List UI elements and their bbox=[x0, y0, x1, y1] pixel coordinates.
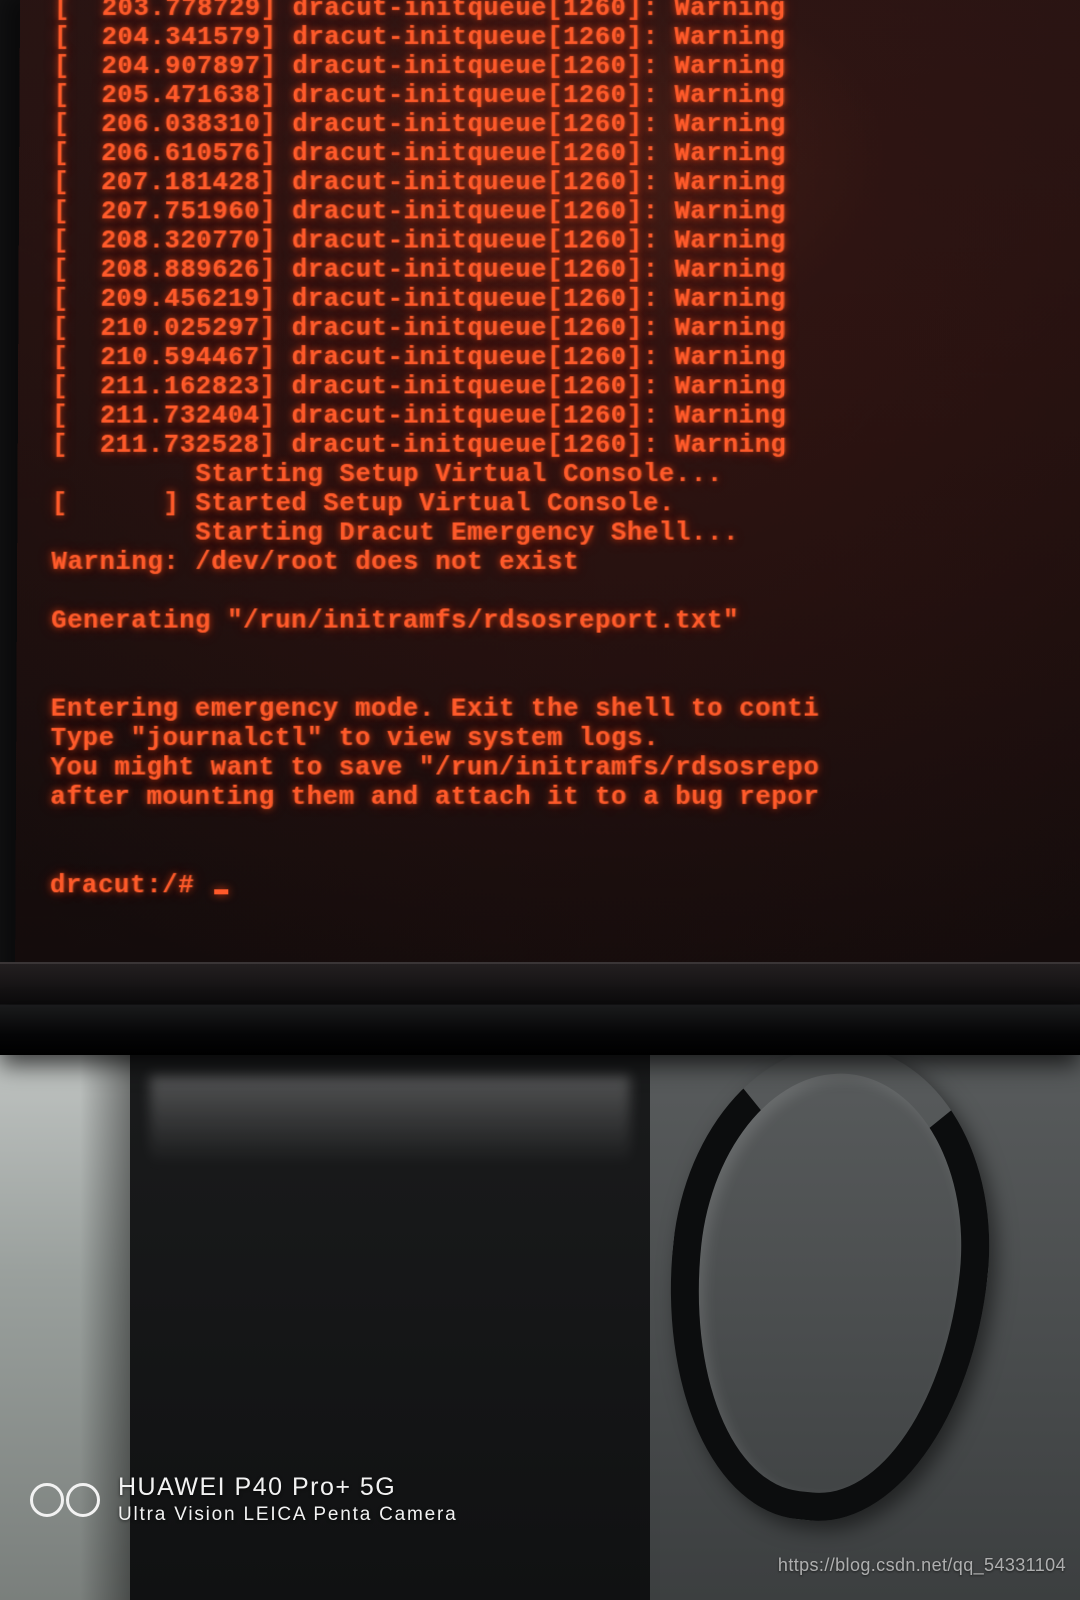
boot-log-line: [ 210.594467] dracut-initqueue[1260]: Wa… bbox=[52, 343, 1080, 372]
boot-log-line bbox=[50, 842, 1080, 871]
boot-log-line: Starting Setup Virtual Console... bbox=[52, 460, 1080, 489]
boot-log-line: [ 203.778729] dracut-initqueue[1260]: Wa… bbox=[54, 0, 1080, 23]
boot-log-line: [ ] Started Setup Virtual Console. bbox=[52, 489, 1080, 518]
boot-log-line bbox=[51, 577, 1080, 606]
boot-log-line bbox=[51, 636, 1080, 665]
boot-log-line: [ 211.732528] dracut-initqueue[1260]: Wa… bbox=[52, 431, 1080, 460]
monitor-bezel: [ 203.778729] dracut-initqueue[1260]: Wa… bbox=[0, 0, 1080, 1005]
rack-highlight bbox=[150, 1075, 630, 1165]
boot-log-line: [ 207.181428] dracut-initqueue[1260]: Wa… bbox=[53, 168, 1080, 197]
terminal-output: [ 203.778729] dracut-initqueue[1260]: Wa… bbox=[50, 0, 1080, 900]
boot-log-line: Starting Dracut Emergency Shell... bbox=[51, 518, 1080, 547]
boot-log-line: [ 208.889626] dracut-initqueue[1260]: Wa… bbox=[53, 256, 1080, 285]
boot-log-line: Generating "/run/initramfs/rdsosreport.t… bbox=[51, 606, 1080, 635]
boot-log-line: Type "journalctl" to view system logs. bbox=[50, 724, 1080, 753]
display-cable bbox=[646, 1030, 1010, 1536]
boot-log-line: [ 204.341579] dracut-initqueue[1260]: Wa… bbox=[54, 23, 1080, 52]
cable-area bbox=[650, 1055, 1080, 1600]
boot-log-line: [ 207.751960] dracut-initqueue[1260]: Wa… bbox=[53, 197, 1080, 226]
boot-log-line: You might want to save "/run/initramfs/r… bbox=[50, 753, 1080, 782]
camera-watermark: HUAWEI P40 Pro+ 5G Ultra Vision LEICA Pe… bbox=[30, 1473, 458, 1526]
boot-log-line bbox=[51, 665, 1080, 694]
boot-log-line: [ 208.320770] dracut-initqueue[1260]: Wa… bbox=[53, 226, 1080, 255]
watermark-text: HUAWEI P40 Pro+ 5G Ultra Vision LEICA Pe… bbox=[118, 1473, 458, 1526]
boot-log-line: [ 204.907897] dracut-initqueue[1260]: Wa… bbox=[54, 52, 1080, 81]
shell-prompt[interactable]: dracut:/# bbox=[50, 871, 1080, 900]
monitor-chin bbox=[0, 1005, 1080, 1055]
boot-log-line: [ 205.471638] dracut-initqueue[1260]: Wa… bbox=[53, 81, 1080, 110]
boot-log-line: [ 211.162823] dracut-initqueue[1260]: Wa… bbox=[52, 372, 1080, 401]
boot-log-line: [ 211.732404] dracut-initqueue[1260]: Wa… bbox=[52, 401, 1080, 430]
cursor bbox=[214, 889, 228, 894]
screen-glow bbox=[252, 0, 890, 351]
leica-icon bbox=[30, 1483, 100, 1517]
boot-log-line: Entering emergency mode. Exit the shell … bbox=[51, 694, 1080, 723]
boot-log-line: after mounting them and attach it to a b… bbox=[50, 783, 1080, 812]
watermark-line2: Ultra Vision LEICA Penta Camera bbox=[118, 1504, 458, 1526]
bezel-bottom-strip bbox=[0, 962, 1080, 1004]
screen: [ 203.778729] dracut-initqueue[1260]: Wa… bbox=[15, 0, 1080, 981]
boot-log-line: Warning: /dev/root does not exist bbox=[51, 548, 1080, 577]
csdn-source-url: https://blog.csdn.net/qq_54331104 bbox=[778, 1555, 1066, 1576]
watermark-line1: HUAWEI P40 Pro+ 5G bbox=[118, 1473, 458, 1502]
monitor: [ 203.778729] dracut-initqueue[1260]: Wa… bbox=[0, 0, 1080, 1055]
boot-log-line: [ 210.025297] dracut-initqueue[1260]: Wa… bbox=[52, 314, 1080, 343]
boot-log-line bbox=[50, 812, 1080, 841]
boot-log-line: [ 206.610576] dracut-initqueue[1260]: Wa… bbox=[53, 139, 1080, 168]
boot-log-line: [ 206.038310] dracut-initqueue[1260]: Wa… bbox=[53, 110, 1080, 139]
photo-scene: [ 203.778729] dracut-initqueue[1260]: Wa… bbox=[0, 0, 1080, 1600]
boot-log-line: [ 209.456219] dracut-initqueue[1260]: Wa… bbox=[53, 285, 1080, 314]
